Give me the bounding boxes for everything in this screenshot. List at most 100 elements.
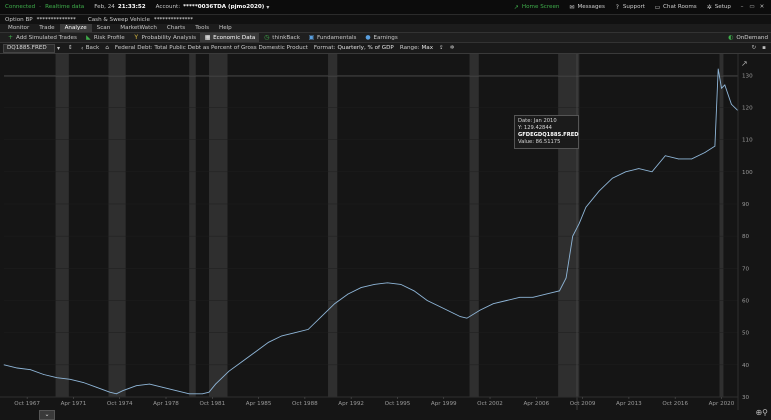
- tab-marketwatch[interactable]: MarketWatch: [115, 24, 162, 32]
- subtab-risk-profile[interactable]: ◣ Risk Profile: [81, 33, 129, 42]
- detach-icon[interactable]: ▪: [760, 45, 768, 51]
- data-point: [413, 290, 415, 292]
- tooltip-value: 86.51175: [535, 139, 561, 145]
- ondemand-icon: ◐: [728, 34, 734, 41]
- x-tick-label: Oct 1967: [14, 401, 40, 407]
- data-point: [202, 393, 203, 395]
- recession-band: [469, 54, 479, 397]
- data-point: [714, 145, 716, 147]
- data-point: [651, 171, 653, 173]
- data-point: [360, 287, 362, 288]
- tab-monitor[interactable]: Monitor: [3, 24, 34, 32]
- data-mode: Realtime data: [45, 4, 85, 10]
- economic-data-icon: ▦: [204, 34, 211, 41]
- symbol-input[interactable]: DQ1885.FRED: [3, 43, 55, 53]
- data-point: [721, 87, 722, 89]
- economic-data-chart[interactable]: 30 40 50 60 70 80 90 100 110 120 130 Oct 1967 Apr 1…: [0, 54, 771, 420]
- chevron-down-icon[interactable]: ▾: [264, 4, 271, 11]
- zoom-controls[interactable]: ⊕⚲: [755, 408, 768, 417]
- data-point: [724, 84, 726, 86]
- data-point: [122, 390, 124, 391]
- data-point: [334, 303, 335, 305]
- series-title: Federal Debt: Total Public Debt as Perce…: [114, 45, 308, 51]
- recession-band: [189, 54, 196, 397]
- gear-icon[interactable]: ✲: [450, 45, 455, 51]
- home-icon[interactable]: ⌂: [105, 45, 109, 51]
- data-point: [532, 296, 534, 298]
- subtab-thinkback[interactable]: ◷ thinkBack: [259, 33, 304, 42]
- x-tick-label: Oct 1988: [292, 401, 318, 407]
- data-point: [69, 378, 71, 380]
- data-point: [43, 374, 45, 375]
- refresh-icon[interactable]: ↻: [750, 45, 758, 51]
- data-point: [572, 235, 574, 237]
- format-selector[interactable]: Quarterly, % of GDP: [338, 45, 394, 51]
- tab-trade[interactable]: Trade: [34, 24, 59, 32]
- fundamentals-icon: ▣: [308, 34, 315, 41]
- subtab-add-simulated-trades[interactable]: + Add Simulated Trades: [3, 33, 81, 42]
- data-point: [578, 222, 580, 224]
- tab-help[interactable]: Help: [214, 24, 237, 32]
- recession-band: [719, 54, 724, 397]
- share-icon[interactable]: ⇪: [439, 45, 444, 51]
- subtab-economic-data[interactable]: ▦ Economic Data: [200, 33, 260, 42]
- data-point: [678, 158, 679, 160]
- data-point: [188, 393, 190, 395]
- minimize-icon[interactable]: –: [738, 4, 746, 10]
- chat-rooms-button[interactable]: ▭ Chat Rooms: [654, 4, 697, 11]
- tab-charts[interactable]: Charts: [162, 24, 190, 32]
- setup-button[interactable]: ✲ Setup: [706, 4, 731, 11]
- data-point: [228, 370, 230, 372]
- y-tick-label: 50: [742, 331, 750, 337]
- close-icon[interactable]: ✕: [758, 4, 766, 10]
- y-tick-label: 100: [742, 170, 753, 176]
- account-bar: Option BP ************** Cash & Sweep Ve…: [0, 15, 771, 24]
- data-point: [16, 367, 18, 369]
- settings-sliders-icon[interactable]: ⇕: [68, 45, 73, 51]
- option-bp-label: Option BP: [5, 16, 33, 23]
- ondemand-button[interactable]: ◐ OnDemand: [727, 34, 768, 41]
- expand-panel-handle[interactable]: ⌄: [39, 410, 55, 420]
- y-tick-label: 40: [742, 363, 750, 369]
- magnifier-icon[interactable]: ⚲: [762, 408, 768, 417]
- question-icon: ?: [615, 3, 619, 11]
- tab-scan[interactable]: Scan: [92, 24, 116, 32]
- messages-button[interactable]: ✉ Messages: [568, 4, 604, 11]
- cash-label: Cash & Sweep Vehicle: [87, 16, 150, 23]
- data-point: [83, 382, 84, 383]
- data-point: [215, 383, 216, 385]
- x-tick-label: Oct 2016: [662, 401, 688, 407]
- y-tick-label: 130: [742, 73, 753, 79]
- subtab-probability-analysis[interactable]: Y Probability Analysis: [129, 33, 200, 42]
- x-tick-label: Oct 2002: [477, 401, 503, 407]
- tooltip-y: 129.42844: [523, 125, 552, 131]
- data-point: [116, 393, 117, 395]
- home-screen-button[interactable]: ↗ Home Screen: [513, 4, 560, 11]
- data-point: [638, 168, 640, 169]
- subtab-fundamentals[interactable]: ▣ Fundamentals: [304, 33, 361, 42]
- y-tick-label: 70: [742, 266, 750, 272]
- data-point: [162, 386, 164, 388]
- x-tick-label: Apr 2020: [709, 401, 735, 407]
- data-point: [268, 341, 269, 343]
- x-tick-label: Apr 1985: [246, 401, 272, 407]
- data-point: [506, 300, 507, 301]
- expand-chart-icon[interactable]: ↗: [741, 59, 748, 68]
- subtab-earnings[interactable]: ● Earnings: [360, 33, 401, 42]
- chevron-down-icon[interactable]: ▾: [55, 45, 62, 52]
- tab-tools[interactable]: Tools: [190, 24, 214, 32]
- support-button[interactable]: ? Support: [614, 4, 645, 11]
- data-point: [373, 284, 375, 285]
- data-point: [519, 296, 521, 298]
- analyze-sub-tabs: + Add Simulated Trades ◣ Risk Profile Y Pro…: [0, 33, 771, 43]
- range-selector[interactable]: Max: [421, 45, 433, 51]
- chat-icon: ▭: [654, 3, 661, 11]
- data-point: [459, 316, 461, 317]
- chevron-down-icon: ⌄: [44, 411, 50, 418]
- data-point: [149, 383, 150, 385]
- account-selector[interactable]: *****0036TDA (pjmo2020): [183, 4, 264, 10]
- data-point: [731, 103, 732, 105]
- tab-analyze[interactable]: Analyze: [59, 24, 92, 32]
- back-button[interactable]: ‹ Back: [79, 45, 99, 52]
- maximize-icon[interactable]: ▭: [748, 4, 756, 10]
